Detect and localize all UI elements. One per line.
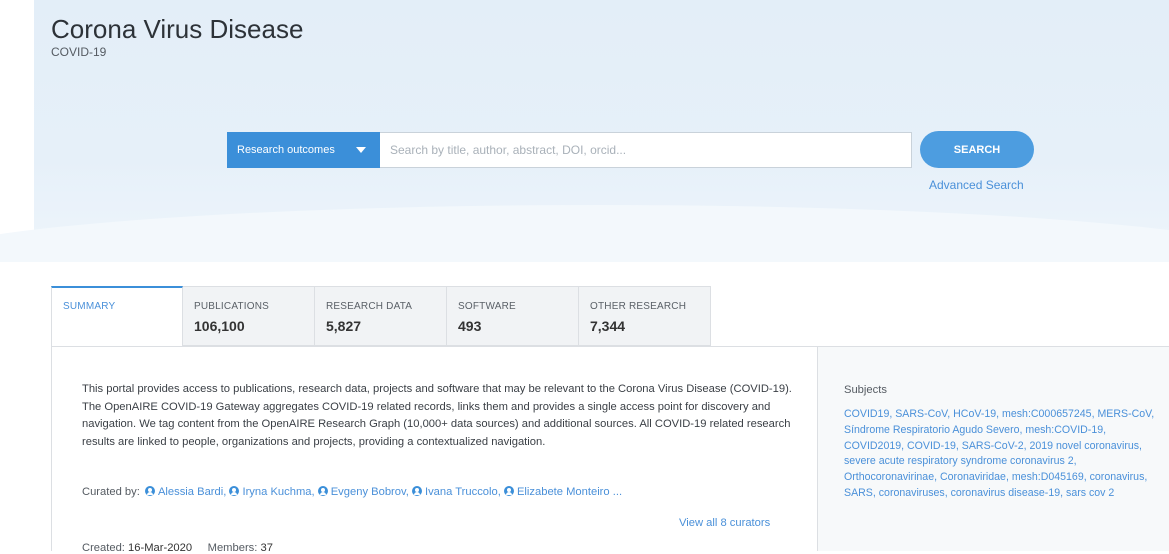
search-type-label: Research outcomes — [237, 144, 335, 156]
created-info: Created: 16-Mar-2020 Members: 37 — [82, 542, 273, 554]
curator-link[interactable]: Evgeny Bobrov, — [331, 486, 409, 498]
subject-link[interactable]: coronavirus disease-19, — [951, 487, 1063, 499]
subject-link[interactable]: 2019 novel coronavirus, — [1030, 440, 1142, 452]
tab-publications[interactable]: PUBLICATIONS 106,100 — [183, 286, 315, 346]
subject-link[interactable]: sars cov 2 — [1066, 487, 1114, 499]
members-label: Members: — [207, 542, 258, 554]
portal-description: This portal provides access to publicati… — [82, 383, 792, 448]
curators-line: Curated by: Alessia Bardi, Iryna Kuchma,… — [82, 486, 622, 498]
subject-link[interactable]: coronaviruses, — [879, 487, 948, 499]
members-count: 37 — [260, 542, 273, 554]
tab-other-research[interactable]: OTHER RESEARCH 7,344 — [579, 286, 711, 346]
subject-link[interactable]: mesh:COVID-19, — [1025, 424, 1106, 436]
curator-link[interactable]: Iryna Kuchma, — [242, 486, 314, 498]
subject-link[interactable]: HCoV-19, — [953, 408, 999, 420]
view-all-curators-link[interactable]: View all 8 curators — [679, 517, 770, 529]
hero-wave — [0, 205, 1169, 262]
page-title: Corona Virus Disease — [51, 14, 304, 44]
subject-link[interactable]: Coronaviridae, — [940, 471, 1009, 483]
tab-label: SOFTWARE — [458, 301, 516, 312]
subject-link[interactable]: mesh:C000657245, — [1002, 408, 1094, 420]
user-icon — [503, 486, 514, 496]
tab-research-data[interactable]: RESEARCH DATA 5,827 — [315, 286, 447, 346]
tab-count: 106,100 — [194, 318, 245, 334]
hero-banner: Corona Virus Disease COVID-19 Research o… — [0, 0, 1169, 262]
page-subtitle: COVID-19 — [51, 45, 107, 59]
subject-link[interactable]: COVID19, — [844, 408, 892, 420]
curated-by-label: Curated by: — [82, 486, 140, 498]
user-icon — [229, 486, 240, 496]
tab-count: 5,827 — [326, 318, 362, 334]
subjects-title: Subjects — [844, 384, 887, 396]
subject-link[interactable]: Síndrome Respiratorio Agudo Severo, — [844, 424, 1022, 436]
subject-link[interactable]: MERS-CoV, — [1097, 408, 1154, 420]
subject-link[interactable]: COVID-19, — [907, 440, 959, 452]
curator-link[interactable]: Alessia Bardi, — [158, 486, 226, 498]
tab-label: PUBLICATIONS — [194, 301, 270, 312]
curator-link[interactable]: Ivana Truccolo, — [425, 486, 501, 498]
user-icon — [144, 486, 155, 496]
tab-count: 7,344 — [590, 318, 626, 334]
tab-software[interactable]: SOFTWARE 493 — [447, 286, 579, 346]
advanced-search-link[interactable]: Advanced Search — [929, 178, 1024, 192]
tab-label: SUMMARY — [63, 301, 116, 312]
subject-link[interactable]: COVID2019, — [844, 440, 904, 452]
subject-link[interactable]: mesh:D045169, — [1012, 471, 1087, 483]
hero-left-margin — [0, 0, 34, 262]
subject-link[interactable]: Orthocoronavirinae, — [844, 471, 937, 483]
subjects-list: COVID19, SARS-CoV, HCoV-19, mesh:C000657… — [844, 407, 1164, 502]
search-button[interactable]: SEARCH — [920, 131, 1034, 168]
tab-label: RESEARCH DATA — [326, 301, 413, 312]
subject-link[interactable]: SARS-CoV, — [895, 408, 950, 420]
subject-link[interactable]: coronavirus, — [1090, 471, 1148, 483]
tab-label: OTHER RESEARCH — [590, 301, 687, 312]
subject-link[interactable]: SARS-CoV-2, — [962, 440, 1027, 452]
created-label: Created: — [82, 542, 125, 554]
tab-count: 493 — [458, 318, 482, 334]
subjects-panel: Subjects COVID19, SARS-CoV, HCoV-19, mes… — [818, 346, 1169, 551]
created-date: 16-Mar-2020 — [128, 542, 193, 554]
subject-link[interactable]: SARS, — [844, 487, 876, 499]
summary-panel: This portal provides access to publicati… — [51, 346, 818, 554]
chevron-down-icon — [356, 147, 366, 153]
tab-summary[interactable]: SUMMARY — [51, 286, 183, 347]
results-tabs: SUMMARY PUBLICATIONS 106,100 RESEARCH DA… — [51, 286, 711, 347]
user-icon — [317, 486, 328, 496]
search-input[interactable] — [380, 132, 912, 168]
curator-link[interactable]: Elizabete Monteiro ... — [517, 486, 622, 498]
search-type-dropdown[interactable]: Research outcomes — [227, 132, 380, 168]
user-icon — [411, 486, 422, 496]
subject-link[interactable]: severe acute respiratory syndrome corona… — [844, 455, 1077, 467]
